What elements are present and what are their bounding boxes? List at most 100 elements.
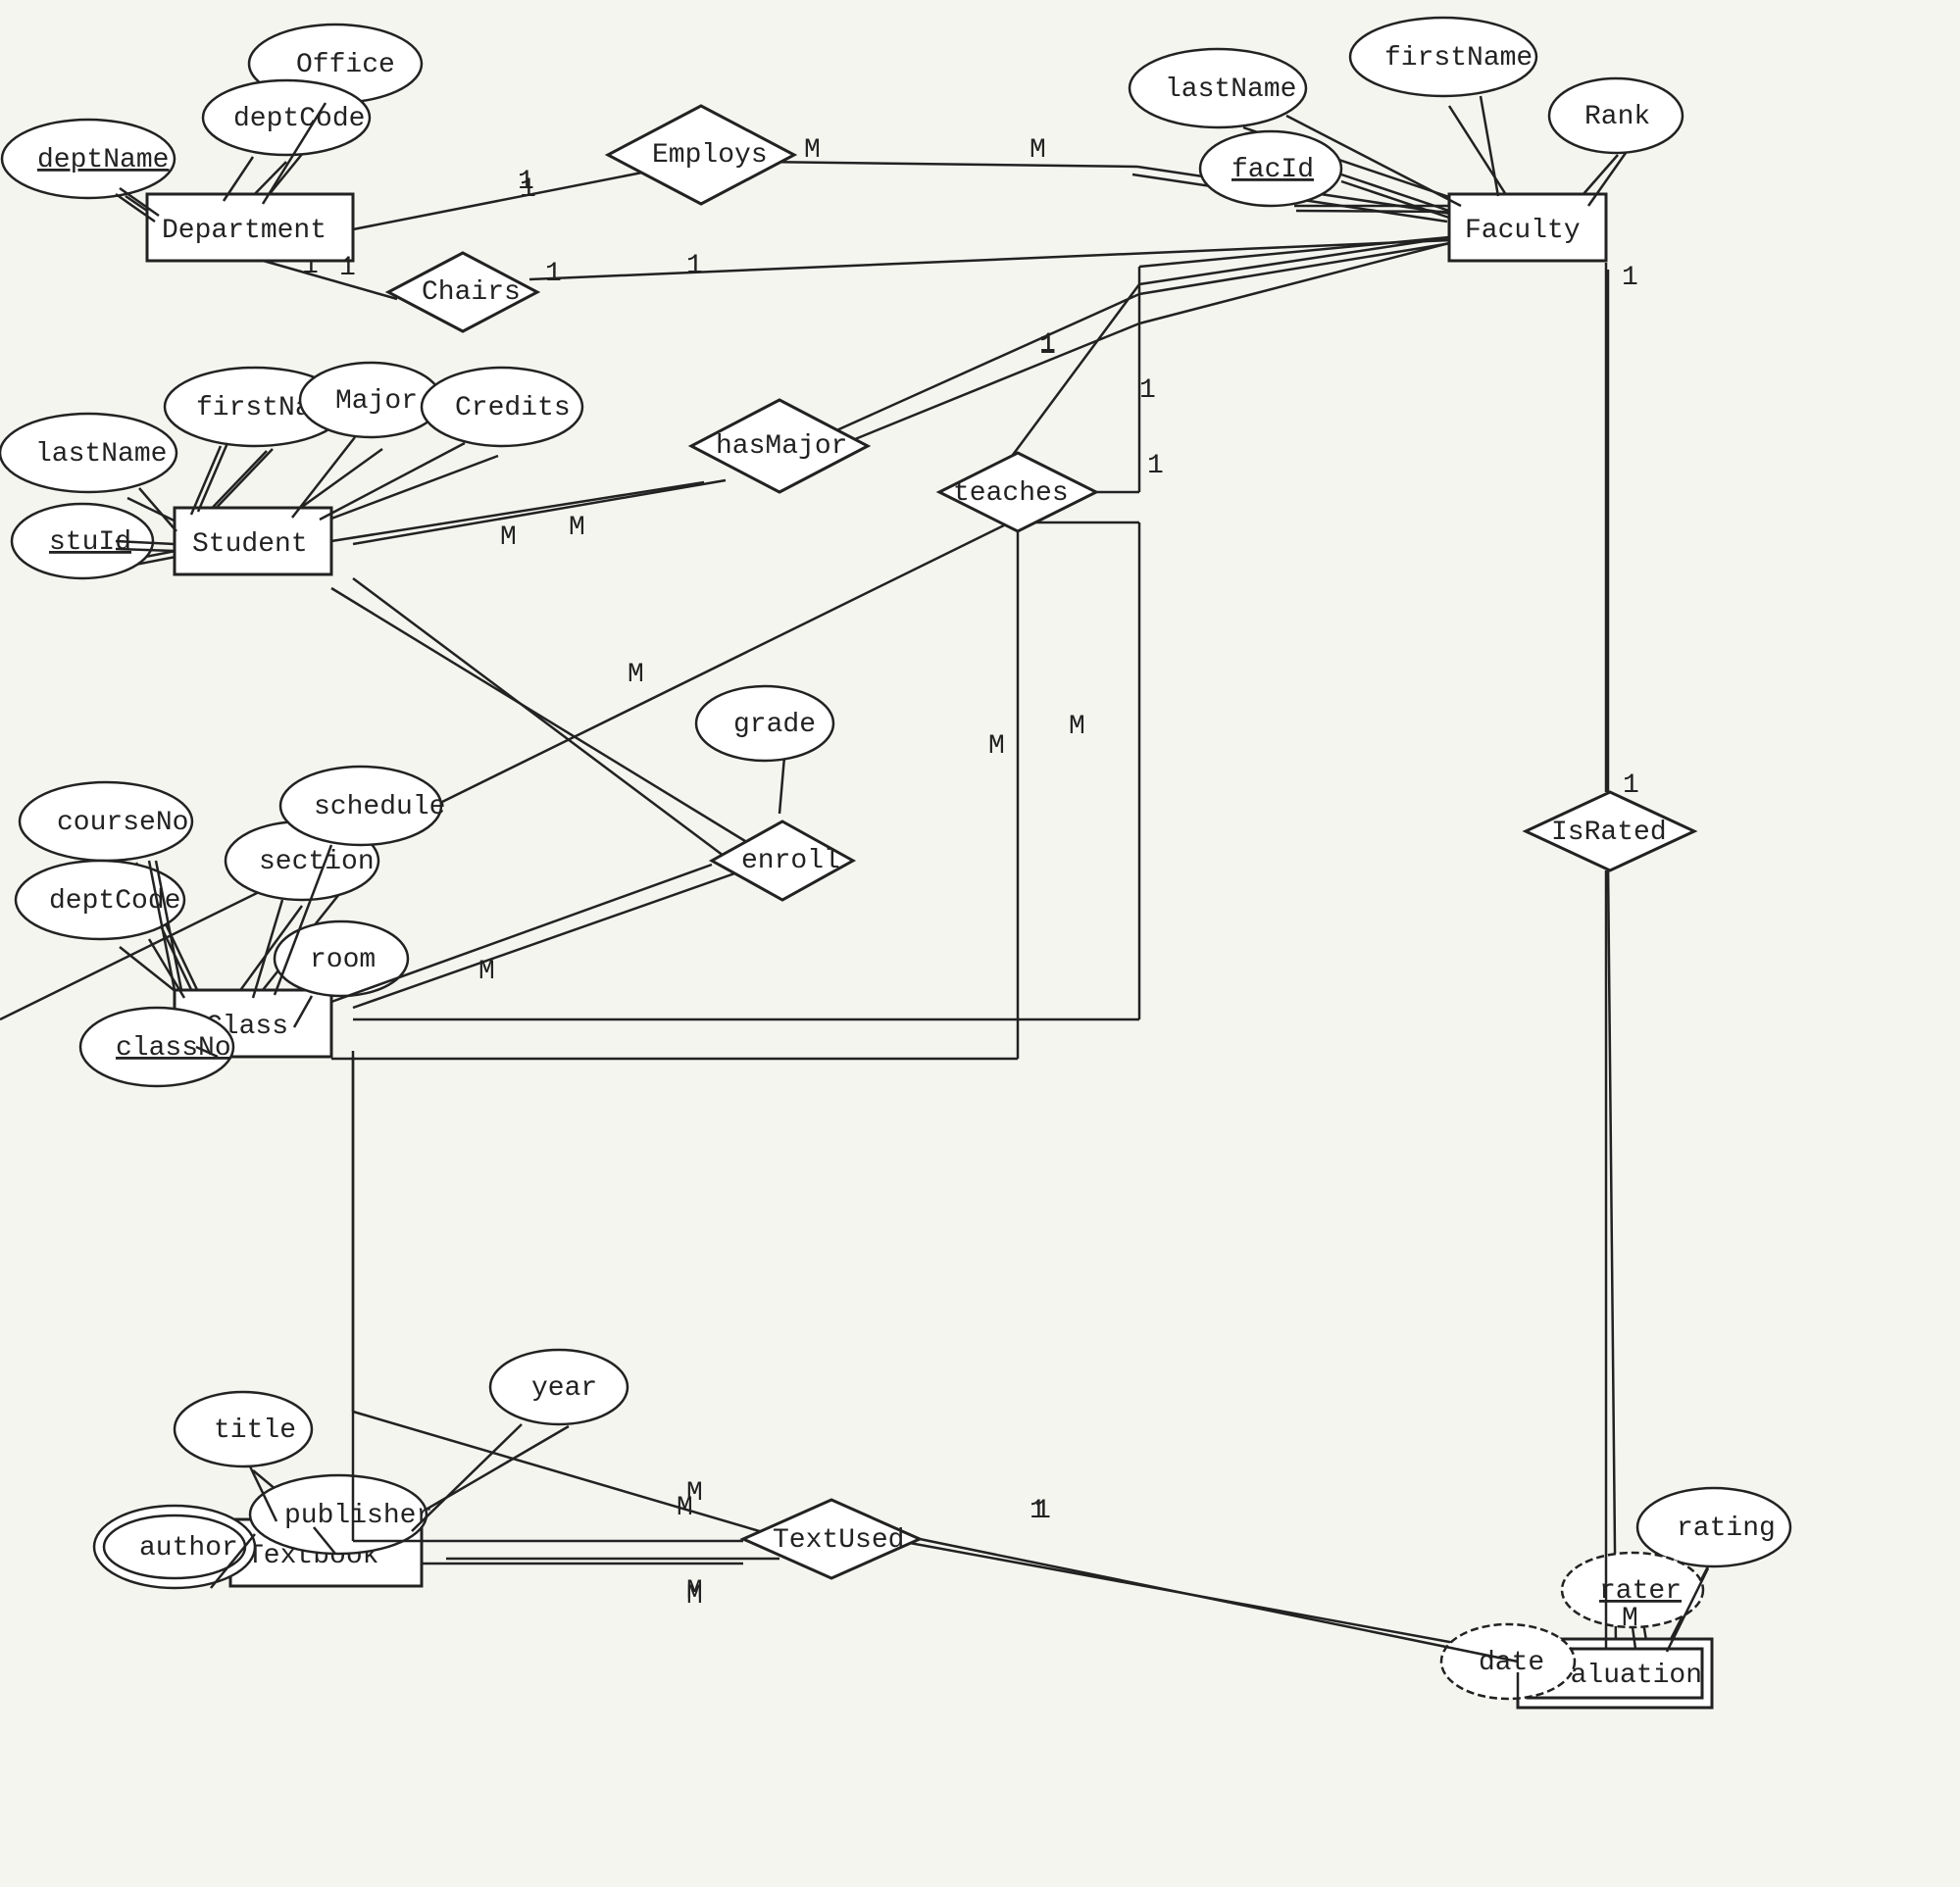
attr-grade: grade: [696, 686, 833, 761]
entity-student: Student: [175, 508, 331, 574]
line2-text-year: [412, 1424, 522, 1531]
label2-chairs-faculty: 1: [545, 259, 562, 289]
line-dept-chairs: [260, 260, 397, 299]
attr-label-lastname-stu: lastName: [35, 439, 167, 470]
attr-classno: classNo: [80, 1008, 233, 1086]
line-fac-facid2: [1296, 211, 1461, 212]
label-teaches-class-M: M: [1069, 712, 1085, 742]
entity-label-faculty: Faculty: [1465, 216, 1581, 246]
label2-hasmajor-faculty-1: 1: [1039, 331, 1056, 362]
rel-teaches: teaches: [939, 453, 1096, 531]
attr-lastname-fac: lastName: [1130, 49, 1306, 127]
attr-label-deptname: deptName: [37, 145, 169, 175]
attr-room: room: [275, 921, 408, 996]
line3-textused-eval: [920, 1539, 1518, 1662]
line-enroll-grade: [779, 757, 784, 814]
attr-label-title: title: [214, 1415, 296, 1446]
line-fac-firstname: [1449, 106, 1510, 201]
label-chairs-faculty-1: 1: [686, 251, 703, 281]
attr-label-office: Office: [296, 50, 395, 80]
line2-hasmajor-faculty2: [1139, 243, 1449, 323]
attr-label-publisher: publisher: [284, 1501, 432, 1531]
rel-israted: IsRated: [1526, 792, 1694, 870]
line-teaches-faculty: [1010, 284, 1139, 459]
attr-credits: Credits: [422, 368, 582, 446]
er-diagram: text { font-family: 'Courier New', Couri…: [0, 0, 1960, 1887]
rel-label-teaches: teaches: [953, 478, 1069, 509]
rel-chairs: Chairs: [388, 253, 537, 331]
line-israted-eval: [1608, 863, 1616, 1647]
label3-textbook-textused-M: M: [686, 1581, 703, 1612]
rel-label-employs: Employs: [652, 140, 768, 171]
label3-cls-textused-M: M: [677, 1493, 693, 1523]
line-teaches-faculty2: [1139, 237, 1451, 284]
attr-label-grade: grade: [733, 710, 816, 740]
line-dept-employs: [348, 172, 647, 230]
attr-label-firstname-fac: firstName: [1384, 43, 1533, 74]
attr-author: author: [94, 1506, 255, 1588]
line-stu-credits: [324, 456, 498, 521]
label3-textused-eval-1: 1: [1034, 1496, 1051, 1526]
attr-date: date: [1441, 1624, 1575, 1699]
attr-deptcode-dept: deptCode: [203, 80, 370, 155]
attr-schedule: schedule: [280, 767, 445, 845]
entity-label-department: Department: [162, 216, 327, 246]
attr-rank: Rank: [1549, 78, 1683, 153]
label2-israted-eval-M: M: [1622, 1604, 1638, 1634]
attr-label-year: year: [531, 1373, 597, 1404]
attr-firstname-fac: firstName: [1350, 18, 1536, 96]
line2-fac-firstname: [1481, 96, 1498, 196]
label-fac-israted-1: 1: [1623, 770, 1639, 801]
attr-label-stuid: stuId: [49, 527, 131, 558]
attr-label-deptcode-dept: deptCode: [233, 104, 365, 134]
attr-lastname-stu: lastName: [0, 414, 176, 492]
er-diagram-svg: text { font-family: 'Courier New', Couri…: [0, 0, 1960, 1887]
attr-label-schedule: schedule: [314, 792, 445, 822]
attr-label-rank: Rank: [1584, 102, 1650, 132]
entity-faculty: Faculty: [1449, 194, 1606, 261]
entity-department: Department: [147, 194, 353, 261]
line-chairs-faculty: [529, 240, 1451, 279]
attr-label-courseno: courseNo: [57, 808, 188, 838]
label-stu-enroll-M: M: [628, 660, 644, 690]
attr-facid: facId: [1200, 131, 1341, 206]
line2-hasmajor-faculty: [855, 323, 1139, 439]
label2-dept-chairs: 1: [339, 253, 356, 283]
attr-courseno: courseNo: [20, 782, 192, 861]
label2-fac-israted-1: 1: [1622, 263, 1638, 293]
label3-dept-employs-1: 1: [518, 167, 534, 197]
attr-deptname: deptName: [2, 120, 175, 198]
attr-label-room: room: [310, 945, 376, 975]
label3-employs-fac-M: M: [804, 135, 821, 166]
label-enroll-class-M: M: [478, 957, 495, 987]
attr-label-credits: Credits: [455, 393, 571, 423]
attr-year: year: [490, 1350, 628, 1424]
label-teaches-faculty-1: 1: [1139, 375, 1156, 406]
rel-label-hasmajor: hasMajor: [716, 431, 847, 462]
attr-label-lastname-fac: lastName: [1165, 74, 1296, 105]
rel-label-israted: IsRated: [1551, 818, 1667, 848]
attr-label-rater: rater: [1599, 1576, 1682, 1607]
rel-label-enroll: enroll: [741, 846, 840, 876]
attr-label-author: author: [139, 1533, 238, 1564]
attr-title: title: [175, 1392, 312, 1466]
attr-label-date: date: [1479, 1648, 1544, 1678]
attr-major: Major: [300, 363, 441, 437]
attr-label-major: Major: [335, 386, 418, 417]
attr-label-section: section: [259, 847, 375, 877]
label-employs-faculty-M: M: [1030, 135, 1046, 166]
line-enroll-class: [353, 870, 743, 1008]
label2-stu-hasmajor-M: M: [500, 522, 517, 553]
rel-label-chairs: Chairs: [422, 277, 521, 308]
attr-label-rating: rating: [1677, 1514, 1776, 1544]
label-stu-hasmajor-M: M: [569, 513, 585, 543]
rel-textused: TextUsed: [743, 1500, 920, 1578]
entity-label-student: Student: [192, 529, 308, 560]
attr-label-facid: facId: [1231, 155, 1314, 185]
line-hasmajor-faculty: [824, 294, 1139, 436]
rel-employs: Employs: [608, 106, 794, 204]
line2-stu-hasmajor: [331, 482, 704, 541]
attr-label-classno: classNo: [116, 1033, 231, 1064]
rel-hasmajor: hasMajor: [691, 400, 868, 492]
rel-label-textused: TextUsed: [773, 1525, 904, 1556]
